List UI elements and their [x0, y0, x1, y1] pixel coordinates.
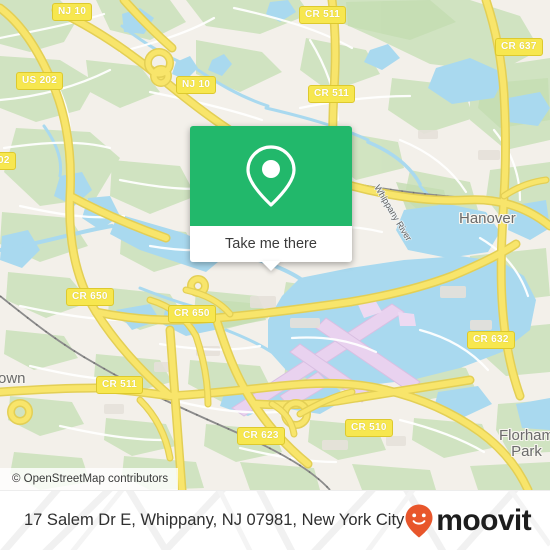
take-me-there-label: Take me there	[225, 236, 317, 252]
place-label-hanover: Hanover	[459, 210, 516, 227]
road-shield-cr-511-top[interactable]: CR 511	[299, 6, 347, 24]
place-label-florham-park-line1: Florham	[499, 427, 550, 444]
road-shield-cr-632[interactable]: CR 632	[467, 331, 515, 349]
moovit-pin-smiley-icon	[405, 504, 433, 537]
popup-card-tail	[261, 261, 281, 271]
map-pin-icon	[246, 145, 296, 207]
osm-attribution[interactable]: © OpenStreetMap contributors	[0, 468, 179, 490]
map-viewport[interactable]: Whippany River NJ 10 CR 511 CR 637 US 20…	[0, 0, 550, 490]
road-shield-cr-637[interactable]: CR 637	[495, 38, 543, 56]
road-shield-cr-510[interactable]: CR 510	[345, 419, 393, 437]
location-popup-card[interactable]: Take me there	[190, 126, 352, 271]
road-shield-cr-623[interactable]: CR 623	[237, 427, 285, 445]
place-label-morristown-clipped: own	[0, 370, 26, 387]
road-shield-cr-511-mid[interactable]: CR 511	[308, 85, 356, 103]
road-shield-cr-511-bottom[interactable]: CR 511	[96, 376, 144, 394]
popup-card-footer[interactable]: Take me there	[190, 226, 352, 271]
moovit-brand[interactable]: moovit	[404, 503, 532, 539]
place-label-florham-park-line2: Park	[511, 443, 542, 460]
road-shield-cr-650-left[interactable]: CR 650	[66, 288, 114, 306]
road-shield-cr-650-right[interactable]: CR 650	[168, 305, 216, 323]
popup-card-header	[190, 126, 352, 226]
road-shield-nj-10-mid[interactable]: NJ 10	[176, 76, 217, 94]
location-address-text: 17 Salem Dr E, Whippany, NJ 07981, New Y…	[24, 511, 405, 529]
road-shield-nj-10-top[interactable]: NJ 10	[52, 3, 93, 21]
moovit-wordmark: moovit	[436, 503, 532, 537]
footer-bar: 17 Salem Dr E, Whippany, NJ 07981, New Y…	[0, 490, 550, 550]
moovit-map-screen: Whippany River NJ 10 CR 511 CR 637 US 20…	[0, 0, 550, 550]
road-shield-us-202[interactable]: US 202	[16, 72, 64, 90]
place-label-florham-park: Florham Park	[499, 428, 550, 460]
road-shield-us-202-clipped[interactable]: 02	[0, 152, 16, 170]
